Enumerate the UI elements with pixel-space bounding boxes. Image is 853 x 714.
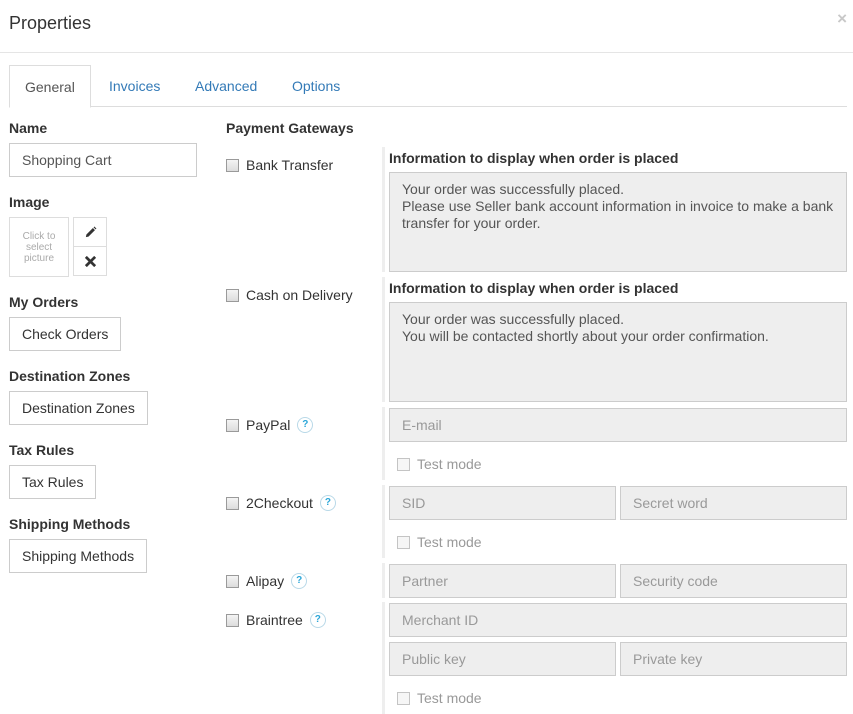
gateway-cash-on-delivery: Cash on Delivery (226, 287, 353, 303)
divider (382, 563, 385, 598)
braintree-merchant-id-input[interactable]: Merchant ID (389, 603, 847, 637)
tab-options[interactable]: Options (277, 65, 355, 107)
pencil-icon (85, 226, 96, 237)
bank-transfer-info-label: Information to display when order is pla… (389, 150, 679, 166)
remove-icon (84, 255, 96, 267)
2checkout-label: 2Checkout (246, 495, 313, 511)
help-icon[interactable]: ? (319, 495, 336, 511)
gateway-alipay: Alipay ? (226, 573, 308, 589)
gateway-braintree: Braintree ? (226, 612, 326, 628)
tax-rules-label: Tax Rules (9, 442, 75, 458)
braintree-test-mode[interactable]: Test mode (397, 690, 482, 706)
2checkout-sid-input[interactable]: SID (389, 486, 616, 520)
tab-invoices[interactable]: Invoices (94, 65, 175, 107)
alipay-checkbox[interactable] (226, 574, 239, 588)
paypal-test-mode-checkbox[interactable] (397, 457, 410, 471)
help-icon[interactable]: ? (309, 612, 326, 628)
braintree-test-mode-checkbox[interactable] (397, 691, 410, 705)
paypal-test-mode[interactable]: Test mode (397, 456, 482, 472)
gateway-2checkout: 2Checkout ? (226, 495, 336, 511)
divider (382, 485, 385, 558)
bank-transfer-label: Bank Transfer (246, 157, 334, 173)
edit-image-button[interactable] (73, 217, 107, 247)
2checkout-secret-word-input[interactable]: Secret word (620, 486, 847, 520)
alipay-partner-input[interactable]: Partner (389, 564, 616, 598)
dialog-title: Properties (9, 13, 92, 33)
alipay-label: Alipay (246, 573, 285, 589)
2checkout-checkbox[interactable] (226, 496, 239, 510)
payment-gateways-heading: Payment Gateways (226, 120, 354, 136)
remove-image-button[interactable] (73, 246, 107, 276)
divider (382, 147, 385, 272)
check-orders-button[interactable]: Check Orders (9, 317, 122, 351)
gateway-bank-transfer: Bank Transfer (226, 157, 333, 173)
bank-transfer-info-textarea[interactable]: Your order was successfully placed. Plea… (389, 172, 847, 272)
braintree-label: Braintree (246, 612, 303, 628)
cash-on-delivery-checkbox[interactable] (226, 288, 239, 302)
gateway-paypal: PayPal ? (226, 417, 314, 433)
braintree-private-key-input[interactable]: Private key (620, 642, 847, 676)
test-mode-label: Test mode (417, 456, 482, 472)
test-mode-label: Test mode (417, 690, 482, 706)
test-mode-label: Test mode (417, 534, 482, 550)
braintree-checkbox[interactable] (226, 613, 239, 627)
help-icon[interactable]: ? (291, 573, 308, 589)
destination-zones-label: Destination Zones (9, 368, 131, 384)
cash-on-delivery-label: Cash on Delivery (246, 287, 353, 303)
alipay-security-code-input[interactable]: Security code (620, 564, 847, 598)
braintree-public-key-input[interactable]: Public key (389, 642, 616, 676)
cash-on-delivery-info-label: Information to display when order is pla… (389, 280, 679, 296)
tab-general[interactable]: General (9, 65, 91, 108)
divider (382, 277, 385, 402)
paypal-email-input[interactable]: E-mail (389, 408, 847, 442)
help-icon[interactable]: ? (297, 417, 314, 433)
divider (382, 602, 385, 714)
name-label: Name (9, 120, 48, 136)
2checkout-test-mode-checkbox[interactable] (397, 535, 410, 549)
paypal-label: PayPal (246, 417, 291, 433)
my-orders-label: My Orders (9, 294, 79, 310)
tax-rules-button[interactable]: Tax Rules (9, 465, 97, 499)
2checkout-test-mode[interactable]: Test mode (397, 534, 482, 550)
paypal-checkbox[interactable] (226, 418, 239, 432)
shipping-methods-button[interactable]: Shipping Methods (9, 539, 148, 573)
tab-advanced[interactable]: Advanced (180, 65, 272, 107)
name-input[interactable]: Shopping Cart (9, 143, 197, 177)
cash-on-delivery-info-textarea[interactable]: Your order was successfully placed. You … (389, 302, 847, 402)
destination-zones-button[interactable]: Destination Zones (9, 391, 148, 425)
bank-transfer-checkbox[interactable] (226, 158, 239, 172)
image-picker[interactable]: Click to select picture (9, 217, 69, 277)
dialog-header: Properties × (0, 0, 853, 53)
close-icon[interactable]: × (837, 10, 847, 27)
divider (382, 407, 385, 480)
image-label: Image (9, 194, 50, 210)
tab-bar: General Invoices Advanced Options (9, 65, 847, 108)
shipping-methods-label: Shipping Methods (9, 516, 131, 532)
